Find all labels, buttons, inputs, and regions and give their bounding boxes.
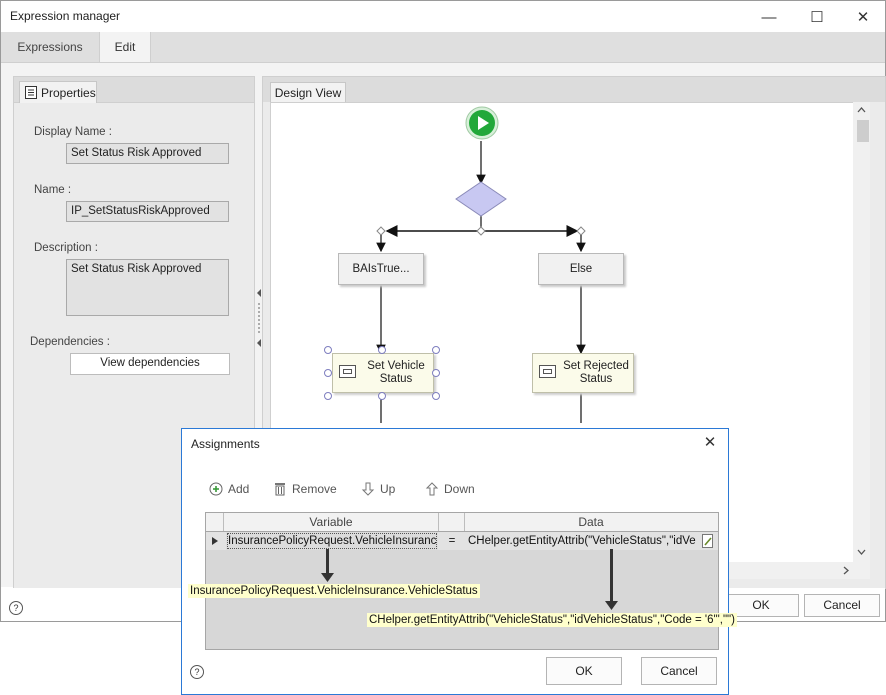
assignments-dialog: Assignments ✕ Add Remove Up Down Variabl… [181,428,737,695]
action-left-line1: Set Vehicle [367,360,425,372]
action-right-line1: Set Rejected [563,360,629,372]
arrow-up-icon [425,482,439,496]
branch-node-true[interactable]: BAIsTrue... [338,253,424,285]
column-data[interactable]: Data [464,513,717,531]
properties-icon [25,86,37,99]
description-field[interactable]: Set Status Risk Approved [66,259,229,316]
cell-operator: = [448,535,456,547]
up-label: Up [380,482,396,496]
window-title: Expression manager [10,9,121,23]
action-set-rejected-status[interactable]: Set Rejected Status [532,353,634,393]
action-left-line2: Status [379,373,413,385]
callout-arrowhead [605,601,618,610]
callout-arrow-data [610,549,613,603]
down-button[interactable]: Down [424,481,484,499]
assignment-icon [339,365,356,378]
properties-tab[interactable]: Properties [19,81,97,103]
display-name-field[interactable]: Set Status Risk Approved [66,143,229,164]
dependencies-label: Dependencies : [30,336,110,348]
add-button[interactable]: Add [208,481,258,499]
arrow-down-icon [361,482,375,496]
tab-strip: Expressions Edit [1,32,885,63]
dialog-close-button[interactable]: ✕ [698,433,722,455]
column-operator [438,513,464,531]
properties-tabbar: Properties [14,77,254,103]
add-icon [209,482,223,496]
remove-label: Remove [292,482,337,496]
selection-handle[interactable] [378,346,386,354]
action-right-line2: Status [579,373,613,385]
table-row[interactable]: InsurancePolicyRequest.VehicleInsuranc =… [206,532,718,550]
selection-handle[interactable] [432,346,440,354]
assignments-grid[interactable]: Variable Data InsurancePolicyRequest.Veh… [205,512,719,650]
selection-handle[interactable] [432,392,440,400]
design-tabbar: Design View [263,77,885,103]
start-play-icon[interactable] [465,106,499,140]
minimize-button[interactable]: — [747,5,791,29]
help-icon[interactable]: ? [9,601,23,615]
dialog-title: Assignments [191,437,260,451]
tab-expressions[interactable]: Expressions [1,32,99,62]
description-label: Description : [34,242,98,254]
properties-tab-label: Properties [41,86,96,100]
assignment-icon [539,365,556,378]
action-set-vehicle-status[interactable]: Set Vehicle Status [332,353,434,393]
up-button[interactable]: Up [360,481,405,499]
row-pointer-icon [212,537,218,545]
name-label: Name : [34,184,72,196]
title-bar: Expression manager — ☐ ✕ [1,1,885,32]
cancel-button[interactable]: Cancel [804,594,880,617]
selection-handle[interactable] [378,392,386,400]
callout-data-full: CHelper.getEntityAttrib("VehicleStatus",… [367,613,737,627]
edit-expression-icon[interactable] [702,534,714,548]
selection-handle[interactable] [324,346,332,354]
design-view-tab[interactable]: Design View [270,82,346,103]
grid-header: Variable Data [206,513,718,532]
maximize-button[interactable]: ☐ [795,5,839,29]
trash-icon [275,483,285,496]
column-variable[interactable]: Variable [223,513,438,531]
tab-edit[interactable]: Edit [99,32,151,62]
cell-data[interactable]: CHelper.getEntityAttrib("VehicleStatus",… [468,532,700,550]
cell-variable[interactable]: InsurancePolicyRequest.VehicleInsuranc [226,532,438,550]
down-label: Down [444,482,475,496]
scroll-right-icon[interactable] [843,566,849,575]
selection-handle[interactable] [324,392,332,400]
close-button[interactable]: ✕ [841,5,885,29]
display-name-label: Display Name : [34,126,112,138]
remove-button[interactable]: Remove [272,481,342,499]
vertical-scrollbar[interactable] [853,102,870,562]
dialog-help-icon[interactable]: ? [190,665,204,679]
scroll-thumb[interactable] [857,120,869,142]
branch-node-else[interactable]: Else [538,253,624,285]
callout-variable-full: InsurancePolicyRequest.VehicleInsurance.… [188,584,480,598]
callout-arrow-variable [326,549,329,575]
scroll-up-icon[interactable] [857,107,866,113]
selection-handle[interactable] [324,369,332,377]
dialog-cancel-button[interactable]: Cancel [641,657,717,685]
decision-diamond[interactable] [455,181,507,217]
selection-handle[interactable] [432,369,440,377]
callout-arrowhead [321,573,334,582]
name-field[interactable]: IP_SetStatusRiskApproved [66,201,229,222]
view-dependencies-button[interactable]: View dependencies [70,353,230,375]
dialog-ok-button[interactable]: OK [546,657,622,685]
scroll-down-icon[interactable] [857,549,866,555]
add-label: Add [228,482,250,496]
